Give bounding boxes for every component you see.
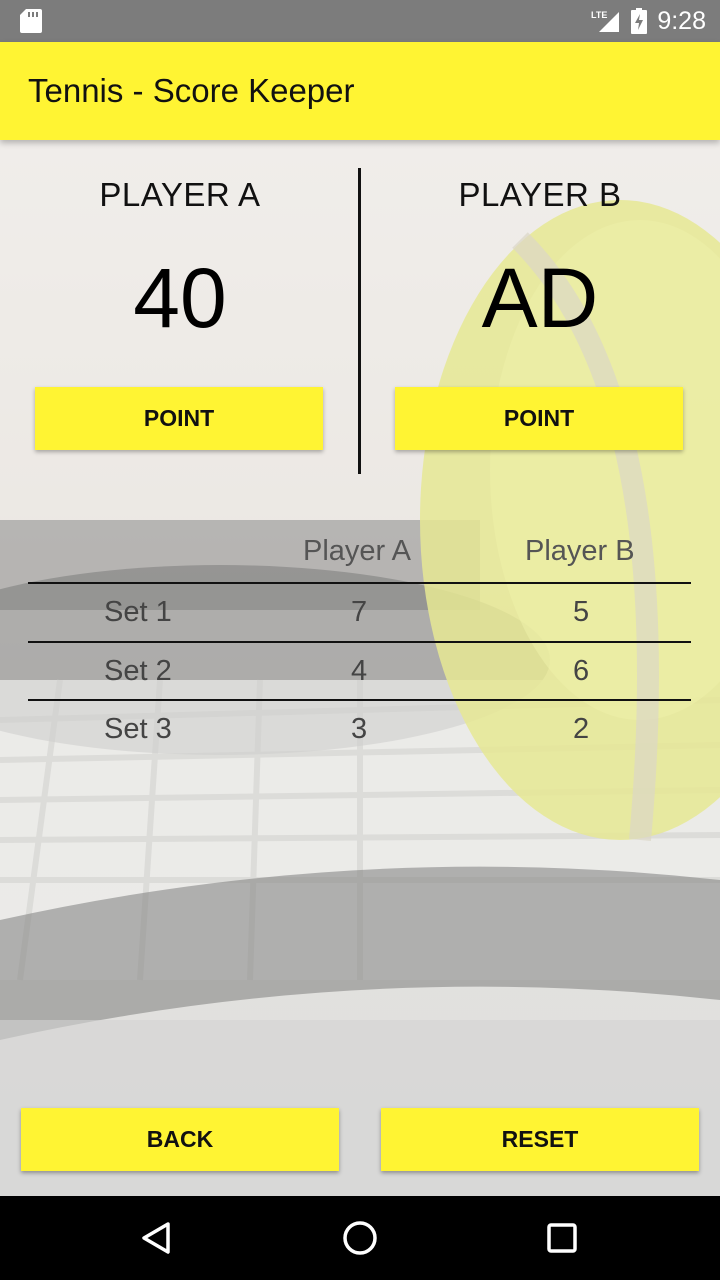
battery-charging-icon [631,8,648,34]
clock: 9:28 [657,6,706,35]
table-row: Set 3 3 2 [28,699,691,758]
player-a-score: 40 [133,251,227,345]
system-nav-bar [0,1196,720,1280]
network-label: LTE [591,10,607,20]
player-b-point-button[interactable]: POINT [395,387,683,450]
table-row: Set 2 4 6 [28,640,691,700]
player-a-panel: PLAYER A 40 POINT [0,140,360,480]
status-bar: LTE 9:28 [0,0,720,42]
set-label: Set 3 [104,713,172,745]
sd-card-icon [20,9,42,33]
nav-recents-icon[interactable] [540,1216,584,1260]
player-b-name: PLAYER B [458,176,622,213]
lte-signal-icon: LTE [591,8,621,34]
player-a-name: PLAYER A [99,176,261,213]
set-score-player-a: 4 [351,654,368,687]
app-bar: Tennis - Score Keeper [0,42,720,140]
set-label: Set 1 [104,596,172,628]
header-player-b: Player B [525,535,635,567]
header-player-a: Player A [303,535,411,567]
set-score-player-b: 2 [573,713,590,745]
app-title: Tennis - Score Keeper [28,72,355,109]
back-button[interactable]: BACK [21,1108,339,1171]
sets-table: Player A Player B Set 1 7 5 Set 2 4 6 Se… [28,525,691,758]
set-score-player-a: 7 [351,596,368,628]
player-b-score: AD [481,251,599,345]
set-score-player-b: 6 [573,654,590,687]
set-score-player-b: 5 [573,596,590,628]
table-row: Set 1 7 5 [28,582,691,641]
set-label: Set 2 [104,654,172,687]
player-a-point-button[interactable]: POINT [35,387,323,450]
player-b-panel: PLAYER B AD POINT [360,140,720,480]
reset-button[interactable]: RESET [381,1108,699,1171]
set-score-player-a: 3 [351,713,368,745]
nav-back-icon[interactable] [136,1216,180,1260]
sets-table-header: Player A Player B [28,525,691,582]
nav-home-icon[interactable] [338,1216,382,1260]
